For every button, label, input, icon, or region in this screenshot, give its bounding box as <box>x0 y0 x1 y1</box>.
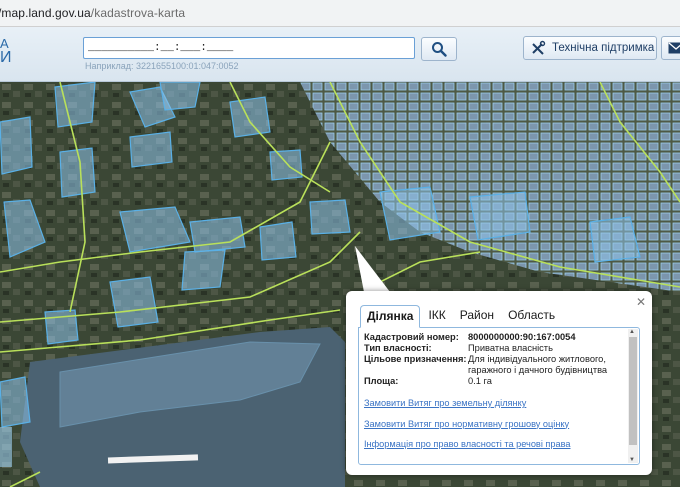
attribute-row: Кадастровий номер: 8000000000:90:167:005… <box>364 332 626 343</box>
parcel-edge <box>0 427 12 467</box>
cadastral-number-value: 8000000000:90:167:0054 <box>468 332 576 342</box>
logo-text-bottom: И <box>0 49 12 66</box>
site-header: А И Наприклад: 3221655100:01:047:0052 Те… <box>0 27 680 82</box>
popup-scrollbar[interactable]: ▲ ▼ <box>628 329 638 463</box>
parcel-info-panel: Кадастровий номер: 8000000000:90:167:005… <box>358 327 640 465</box>
parcel-attributes: Кадастровий номер: 8000000000:90:167:005… <box>364 332 626 387</box>
url-path: /kadastrova-karta <box>90 6 186 20</box>
ownership-type-value: Приватна власність <box>468 343 553 353</box>
cadastral-number-label: Кадастровий номер: <box>364 332 459 342</box>
mail-button[interactable] <box>661 36 680 60</box>
area-label: Площа: <box>364 376 399 386</box>
logo[interactable]: А И <box>0 37 12 66</box>
scroll-down-icon[interactable]: ▼ <box>629 457 635 463</box>
attribute-row: Цільове призначення: Для індивідуального… <box>364 354 626 376</box>
scrollbar-thumb[interactable] <box>629 337 637 445</box>
ownership-type-label: Тип власності: <box>364 343 432 353</box>
ownership-info-link[interactable]: Інформація про право власності та речові… <box>364 439 571 449</box>
popup-tabs: Ділянка ІКК Район Область <box>360 305 563 328</box>
support-button-label: Технічна підтримка <box>552 42 655 54</box>
support-button[interactable]: Технічна підтримка <box>523 36 657 60</box>
tab-parcel[interactable]: Ділянка <box>360 305 421 328</box>
parcel-info-popup: ✕ Ділянка ІКК Район Область Кадастровий … <box>346 291 652 475</box>
tab-region[interactable]: Область <box>502 305 561 328</box>
attribute-row: Площа: 0.1 га <box>364 376 626 387</box>
attribute-row: Тип власності: Приватна власність <box>364 343 626 354</box>
order-parcel-extract-link[interactable]: Замовити Витяг про земельну ділянку <box>364 398 571 408</box>
purpose-value: Для індивідуального житлового, гаражного… <box>468 354 608 375</box>
search-button[interactable] <box>421 37 457 61</box>
search-hint: Наприклад: 3221655100:01:047:0052 <box>85 61 239 71</box>
address-bar[interactable]: /map.land.gov.ua/kadastrova-karta <box>0 0 680 27</box>
mail-icon <box>668 42 680 54</box>
url-text[interactable]: /map.land.gov.ua/kadastrova-karta <box>0 6 185 20</box>
tab-ikk[interactable]: ІКК <box>422 305 451 328</box>
search-area <box>83 37 457 61</box>
scroll-up-icon[interactable]: ▲ <box>629 329 635 335</box>
tab-district[interactable]: Район <box>454 305 500 328</box>
tools-icon <box>530 40 546 56</box>
cadastral-search-input[interactable] <box>83 37 415 59</box>
close-icon[interactable]: ✕ <box>636 295 646 309</box>
popup-pointer <box>355 246 390 292</box>
area-value: 0.1 га <box>468 376 492 386</box>
search-icon <box>432 42 447 57</box>
url-domain: /map.land.gov.ua <box>0 6 91 20</box>
popup-links: Замовити Витяг про земельну ділянку Замо… <box>364 398 571 460</box>
order-valuation-extract-link[interactable]: Замовити Витяг про нормативну грошову оц… <box>364 419 571 429</box>
purpose-label: Цільове призначення: <box>364 354 467 364</box>
